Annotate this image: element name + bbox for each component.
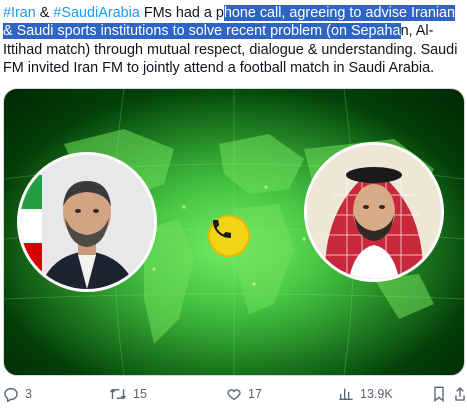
hashtag-saudiarabia-link[interactable]: #SaudiArabia <box>53 5 139 21</box>
reply-icon <box>3 386 19 402</box>
retweet-count: 15 <box>133 387 147 401</box>
views-icon <box>338 386 354 402</box>
share-button[interactable] <box>454 384 466 404</box>
share-icon <box>454 386 466 402</box>
retweet-button[interactable]: 15 <box>109 384 147 404</box>
saudi-foreign-minister-portrait <box>304 142 444 282</box>
tweet-text-pre: FMs had a p <box>139 5 224 21</box>
reply-count: 3 <box>25 387 32 401</box>
bookmark-button[interactable] <box>432 384 446 404</box>
like-icon <box>226 386 242 402</box>
hashtag-iran-link[interactable]: #Iran <box>3 5 36 21</box>
tweet-media-image[interactable] <box>3 88 465 376</box>
retweet-icon <box>109 386 127 402</box>
like-count: 17 <box>248 387 262 401</box>
iranian-foreign-minister-portrait <box>17 152 157 292</box>
bookmark-icon <box>432 386 446 402</box>
reply-button[interactable]: 3 <box>3 384 32 404</box>
views-button[interactable]: 13.9K <box>338 384 393 404</box>
phone-icon <box>208 215 250 257</box>
views-count: 13.9K <box>360 387 393 401</box>
like-button[interactable]: 17 <box>226 384 262 404</box>
tweet-text-amp: & <box>35 5 54 21</box>
tweet-text: #Iran & #SaudiArabia FMs had a phone cal… <box>3 4 461 78</box>
tweet-action-bar: 3 15 17 13.9K <box>0 384 467 404</box>
